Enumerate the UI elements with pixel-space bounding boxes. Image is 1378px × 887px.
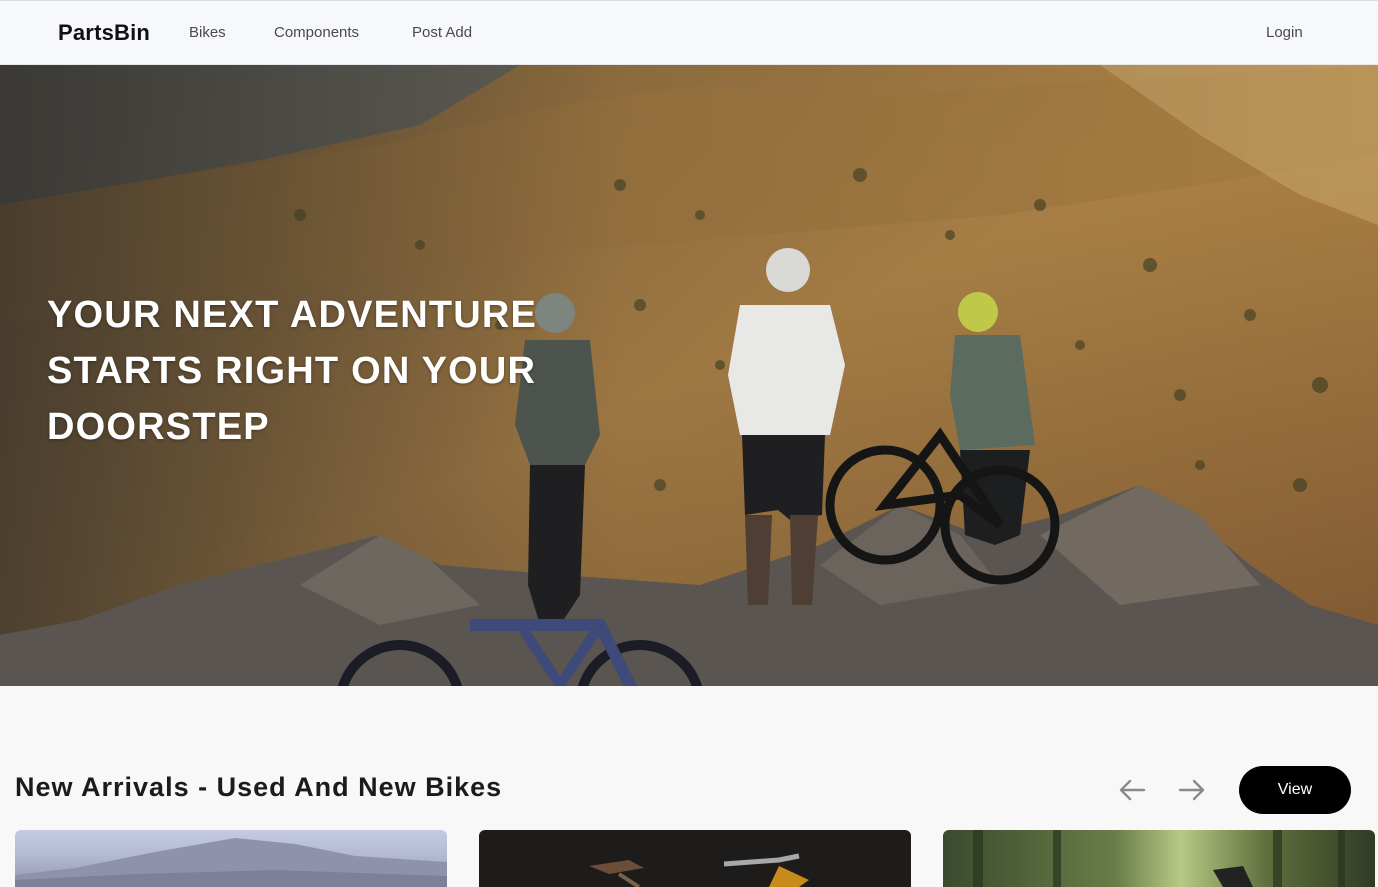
bike-card-image (589, 853, 809, 887)
bike-card[interactable] (479, 830, 911, 887)
hero-headline: YOUR NEXT ADVENTURE STARTS RIGHT ON YOUR… (47, 294, 538, 448)
bike-card-image (973, 830, 1345, 887)
nav-link-components[interactable]: Components (274, 24, 359, 41)
login-link[interactable]: Login (1266, 24, 1303, 41)
nav-link-post-add[interactable]: Post Add (412, 24, 472, 41)
hero-banner: YOUR NEXT ADVENTURE STARTS RIGHT ON YOUR… (0, 65, 1378, 686)
top-navbar: PartsBin Bikes Components Post Add Login (0, 0, 1378, 65)
carousel-prev-button[interactable] (1116, 774, 1148, 806)
arrow-left-icon (1119, 779, 1146, 801)
bike-card[interactable] (15, 830, 447, 887)
section-title: New Arrivals - Used And New Bikes (15, 772, 503, 802)
nav-link-bikes[interactable]: Bikes (189, 24, 226, 41)
bike-card-image (15, 838, 447, 887)
arrow-right-icon (1178, 779, 1205, 801)
view-button[interactable]: View (1239, 766, 1351, 814)
carousel-next-button[interactable] (1176, 774, 1208, 806)
bike-card[interactable] (943, 830, 1375, 887)
brand-logo[interactable]: PartsBin (58, 20, 150, 46)
